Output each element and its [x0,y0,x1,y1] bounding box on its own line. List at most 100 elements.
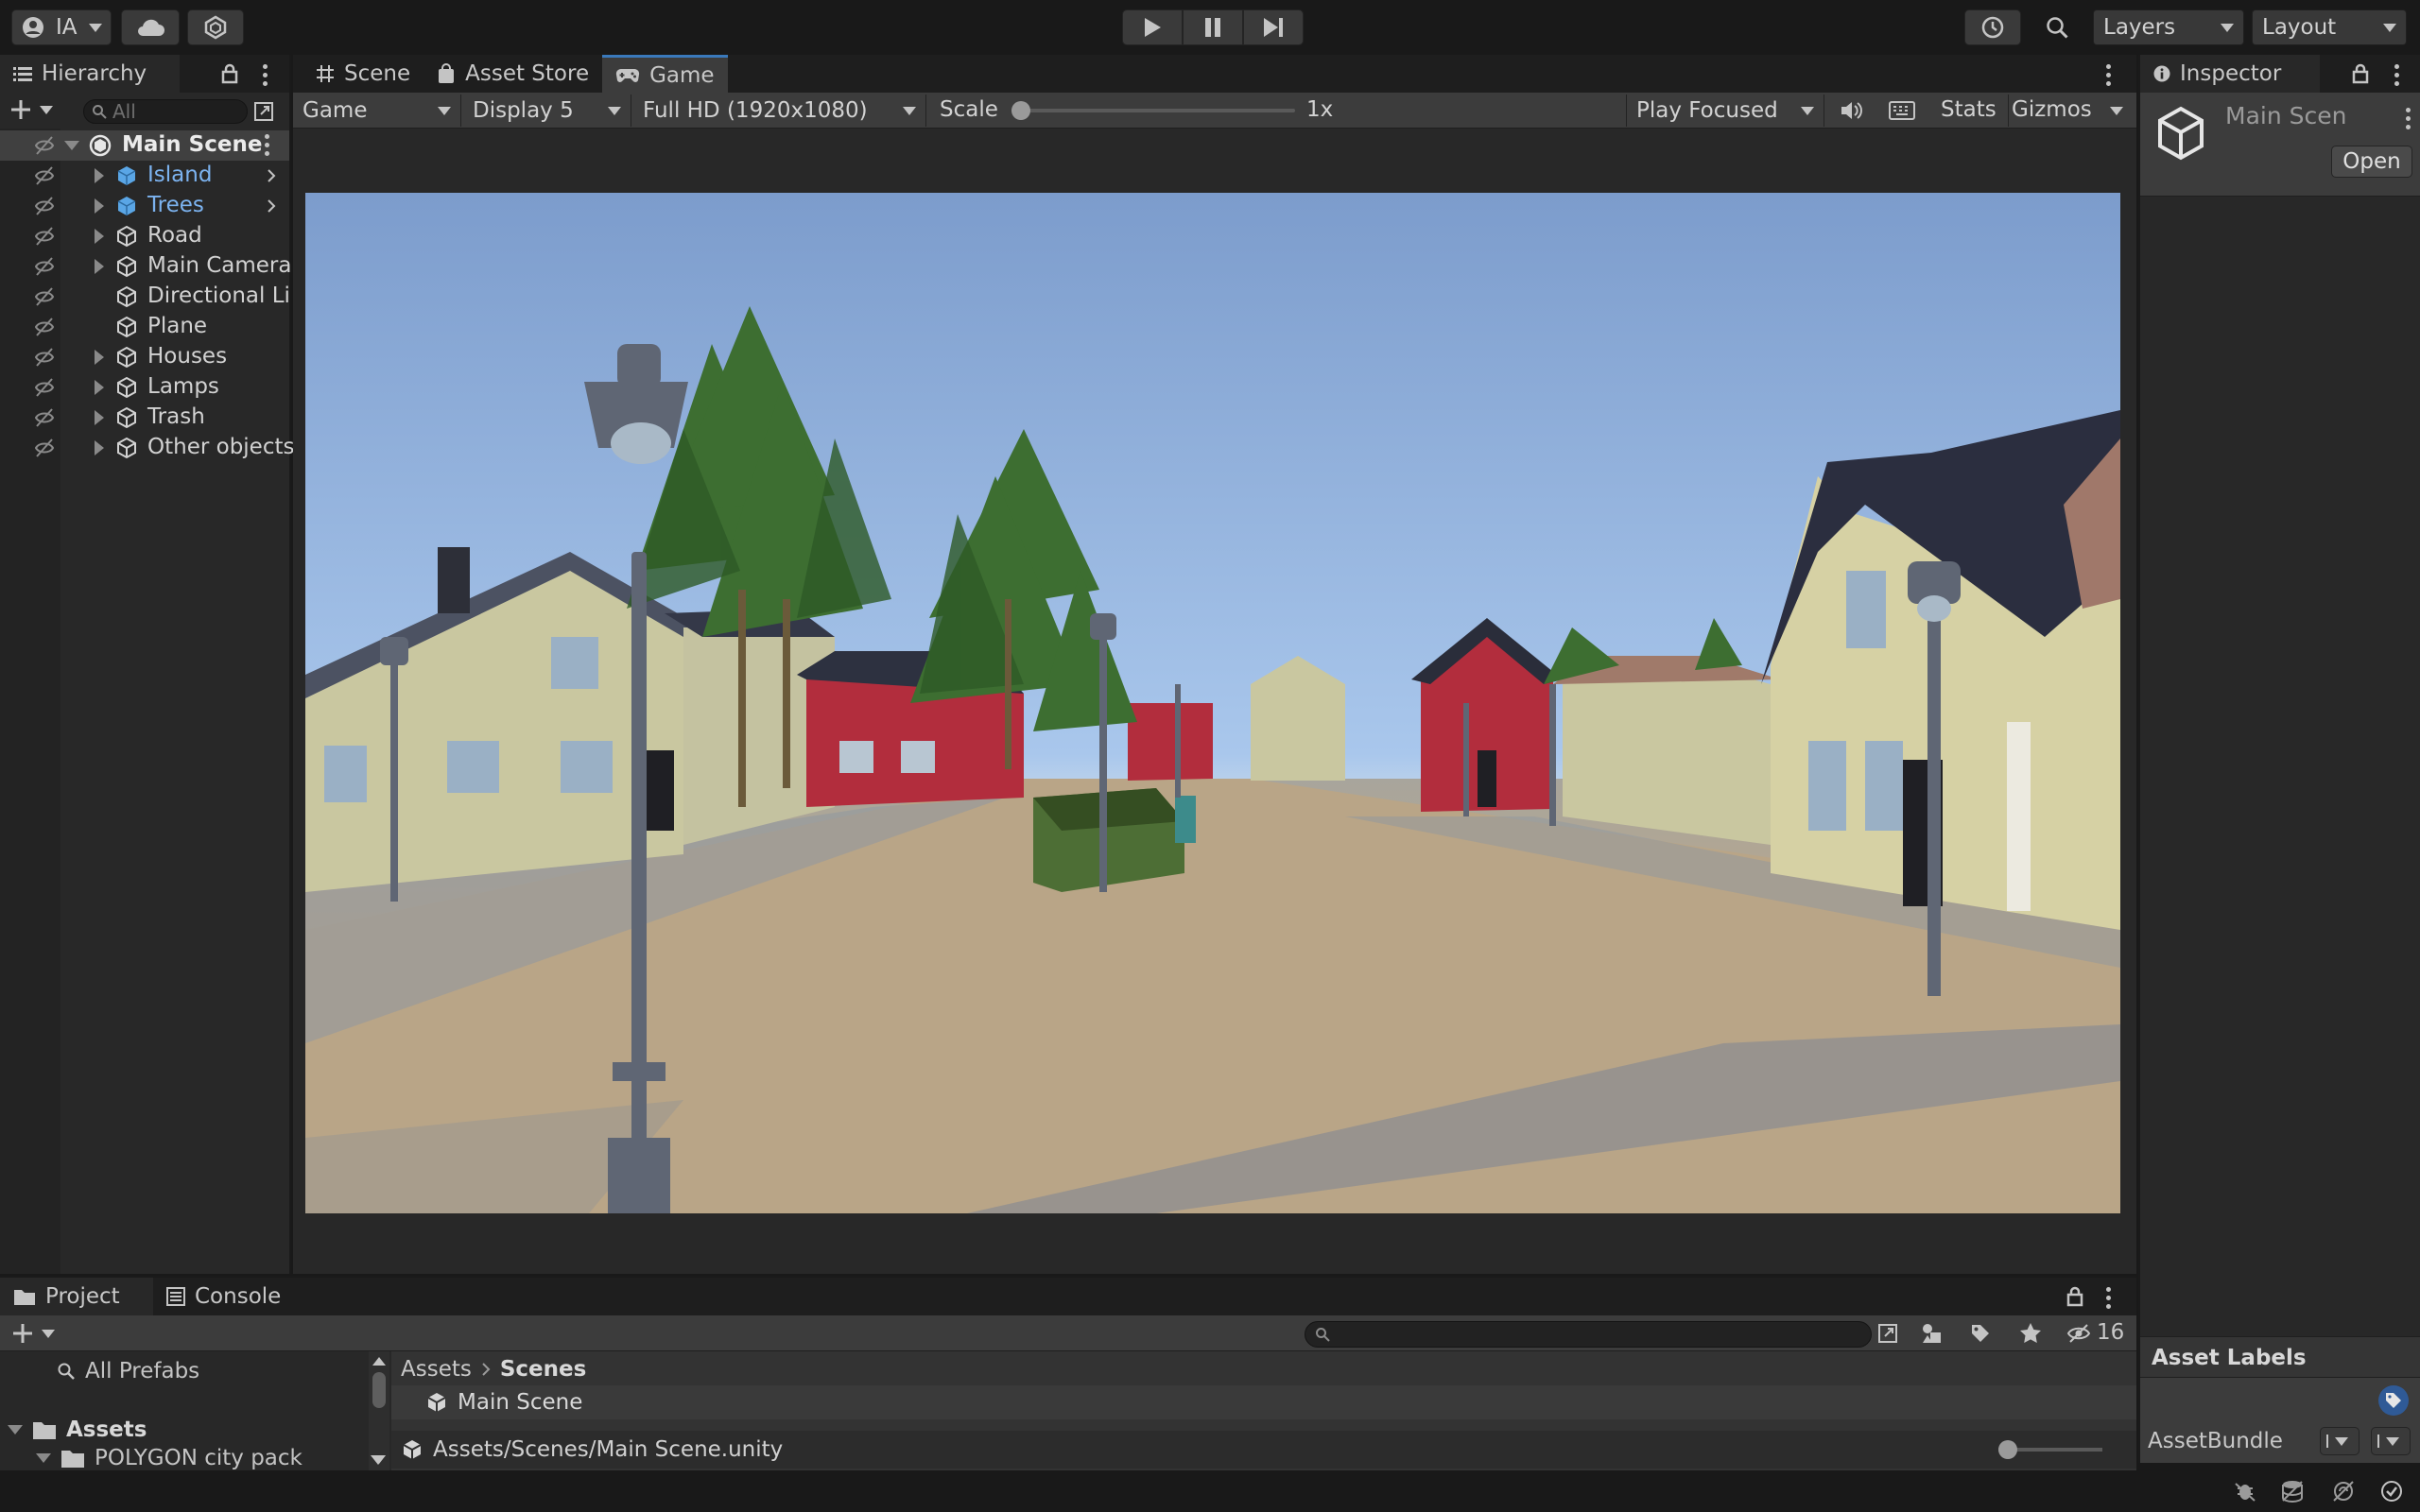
hierarchy-item[interactable]: Main Camera [0,251,291,282]
tab-asset-store[interactable]: Asset Store [424,56,602,92]
chevron-right-icon[interactable] [267,168,276,183]
favorites-star-icon[interactable] [2019,1322,2042,1345]
hierarchy-item[interactable]: Road [0,221,288,251]
search-button[interactable] [2029,9,2085,45]
expand-arrow-icon[interactable] [95,259,104,274]
visibility-toggle-icon[interactable] [34,347,55,368]
folder-assets[interactable]: Assets [8,1418,147,1442]
hierarchy-root-row[interactable]: Main Scene [0,130,289,161]
stats-button[interactable]: Stats [1941,97,1996,122]
hierarchy-search[interactable]: All [83,99,248,124]
view-mode-dropdown[interactable]: Game [293,94,461,127]
collab-button[interactable] [187,9,244,45]
tab-console[interactable]: Console [153,1279,294,1314]
tab-hierarchy[interactable]: Hierarchy [0,55,180,93]
file-item-main-scene[interactable]: Main Scene [391,1385,2136,1419]
expand-arrow-icon[interactable] [95,380,104,395]
filter-by-type-icon[interactable] [1921,1323,1944,1344]
folder-tree-collapse-icon[interactable] [371,1455,386,1465]
cache-server-icon[interactable] [2280,1480,2305,1503]
breadcrumb-root[interactable]: Assets [401,1357,472,1382]
layers-dropdown[interactable]: Layers [2093,9,2244,45]
expand-arrow-icon[interactable] [95,410,104,425]
display-dropdown[interactable]: Display 5 [463,94,631,127]
icon-size-slider-thumb[interactable] [1998,1440,2017,1459]
expand-arrow-icon[interactable] [95,350,104,365]
visibility-toggle-icon[interactable] [34,226,55,247]
open-window-icon[interactable] [253,101,274,122]
undo-history-button[interactable] [1964,9,2021,45]
debugger-off-icon[interactable] [2233,1480,2257,1503]
hierarchy-item[interactable]: Other objects [0,433,294,463]
gizmos-chevron-down-icon[interactable] [2110,107,2123,115]
hierarchy-item[interactable]: Plane [0,312,288,342]
tab-project[interactable]: Project [0,1278,153,1315]
progress-check-icon[interactable] [2380,1480,2403,1503]
hidden-packages-icon[interactable] [2066,1323,2091,1344]
scroll-up-icon[interactable] [372,1357,386,1366]
tab-scene[interactable]: Scene [302,56,424,92]
hierarchy-item[interactable]: Trash [0,403,288,433]
project-search[interactable] [1305,1321,1872,1348]
icon-size-slider[interactable] [1998,1440,2102,1459]
tab-inspector[interactable]: Inspector [2140,55,2320,93]
cloud-button[interactable] [121,9,180,45]
step-button[interactable] [1243,9,1304,45]
asset-bundle-variant-dropdown[interactable] [2371,1427,2411,1455]
open-button[interactable]: Open [2331,146,2412,178]
expand-arrow-icon[interactable] [95,440,104,455]
speaker-icon[interactable] [1840,100,1862,121]
chevron-right-icon[interactable] [267,198,276,214]
expand-arrow-icon[interactable] [95,229,104,244]
scale-slider-thumb[interactable] [1011,101,1030,120]
filter-by-label-icon[interactable] [1970,1323,1991,1344]
asset-bundle-dropdown[interactable] [2320,1427,2360,1455]
folder-tree-scrollbar[interactable] [369,1351,389,1472]
project-menu-icon[interactable] [2105,1287,2111,1309]
play-mode-dropdown[interactable]: Play Focused [1626,94,1824,127]
visibility-toggle-icon[interactable] [34,377,55,398]
lock-icon[interactable] [2352,63,2369,84]
hierarchy-item[interactable]: Trees [0,191,288,221]
expand-arrow-icon[interactable] [8,1425,23,1435]
hierarchy-item[interactable]: Houses [0,342,288,372]
open-window-icon[interactable] [1877,1323,1898,1344]
hierarchy-item[interactable]: Directional Li [0,282,290,312]
visibility-toggle-icon[interactable] [34,165,55,186]
layout-dropdown[interactable]: Layout [2252,9,2407,45]
expand-arrow-icon[interactable] [64,141,79,150]
label-tag-icon[interactable] [2378,1385,2409,1416]
visibility-toggle-icon[interactable] [34,135,55,156]
pause-button[interactable] [1183,9,1243,45]
tab-game[interactable]: Game [602,55,728,93]
expand-arrow-icon[interactable] [95,198,104,214]
scene-menu-icon[interactable] [264,134,269,156]
center-menu-icon[interactable] [2105,64,2111,86]
favorites-all-prefabs[interactable]: All Prefabs [57,1359,199,1383]
breadcrumb-current[interactable]: Scenes [500,1357,586,1382]
lock-icon[interactable] [221,63,238,84]
visibility-toggle-icon[interactable] [34,438,55,458]
project-create-button[interactable] [11,1322,55,1345]
create-button[interactable] [9,98,53,121]
folder-polygon-city-pack[interactable]: POLYGON city pack [36,1446,302,1470]
visibility-toggle-icon[interactable] [34,256,55,277]
inspector-menu-icon[interactable] [2394,64,2399,86]
visibility-toggle-icon[interactable] [34,317,55,337]
hierarchy-item[interactable]: Lamps [0,372,288,403]
account-dropdown[interactable]: IA [11,9,112,45]
auto-generate-lighting-icon[interactable] [2331,1480,2356,1503]
visibility-toggle-icon[interactable] [34,407,55,428]
expand-arrow-icon[interactable] [95,168,104,183]
keyboard-icon[interactable] [1889,101,1915,120]
play-button[interactable] [1122,9,1183,45]
gizmos-button[interactable]: Gizmos [2012,97,2092,122]
visibility-toggle-icon[interactable] [34,196,55,216]
hierarchy-menu-icon[interactable] [262,64,268,86]
resolution-dropdown[interactable]: Full HD (1920x1080) [633,94,926,127]
scrollbar-thumb[interactable] [372,1372,386,1408]
game-viewport[interactable] [305,193,2120,1213]
lock-icon[interactable] [2066,1286,2083,1307]
visibility-toggle-icon[interactable] [34,286,55,307]
expand-arrow-icon[interactable] [36,1453,51,1463]
